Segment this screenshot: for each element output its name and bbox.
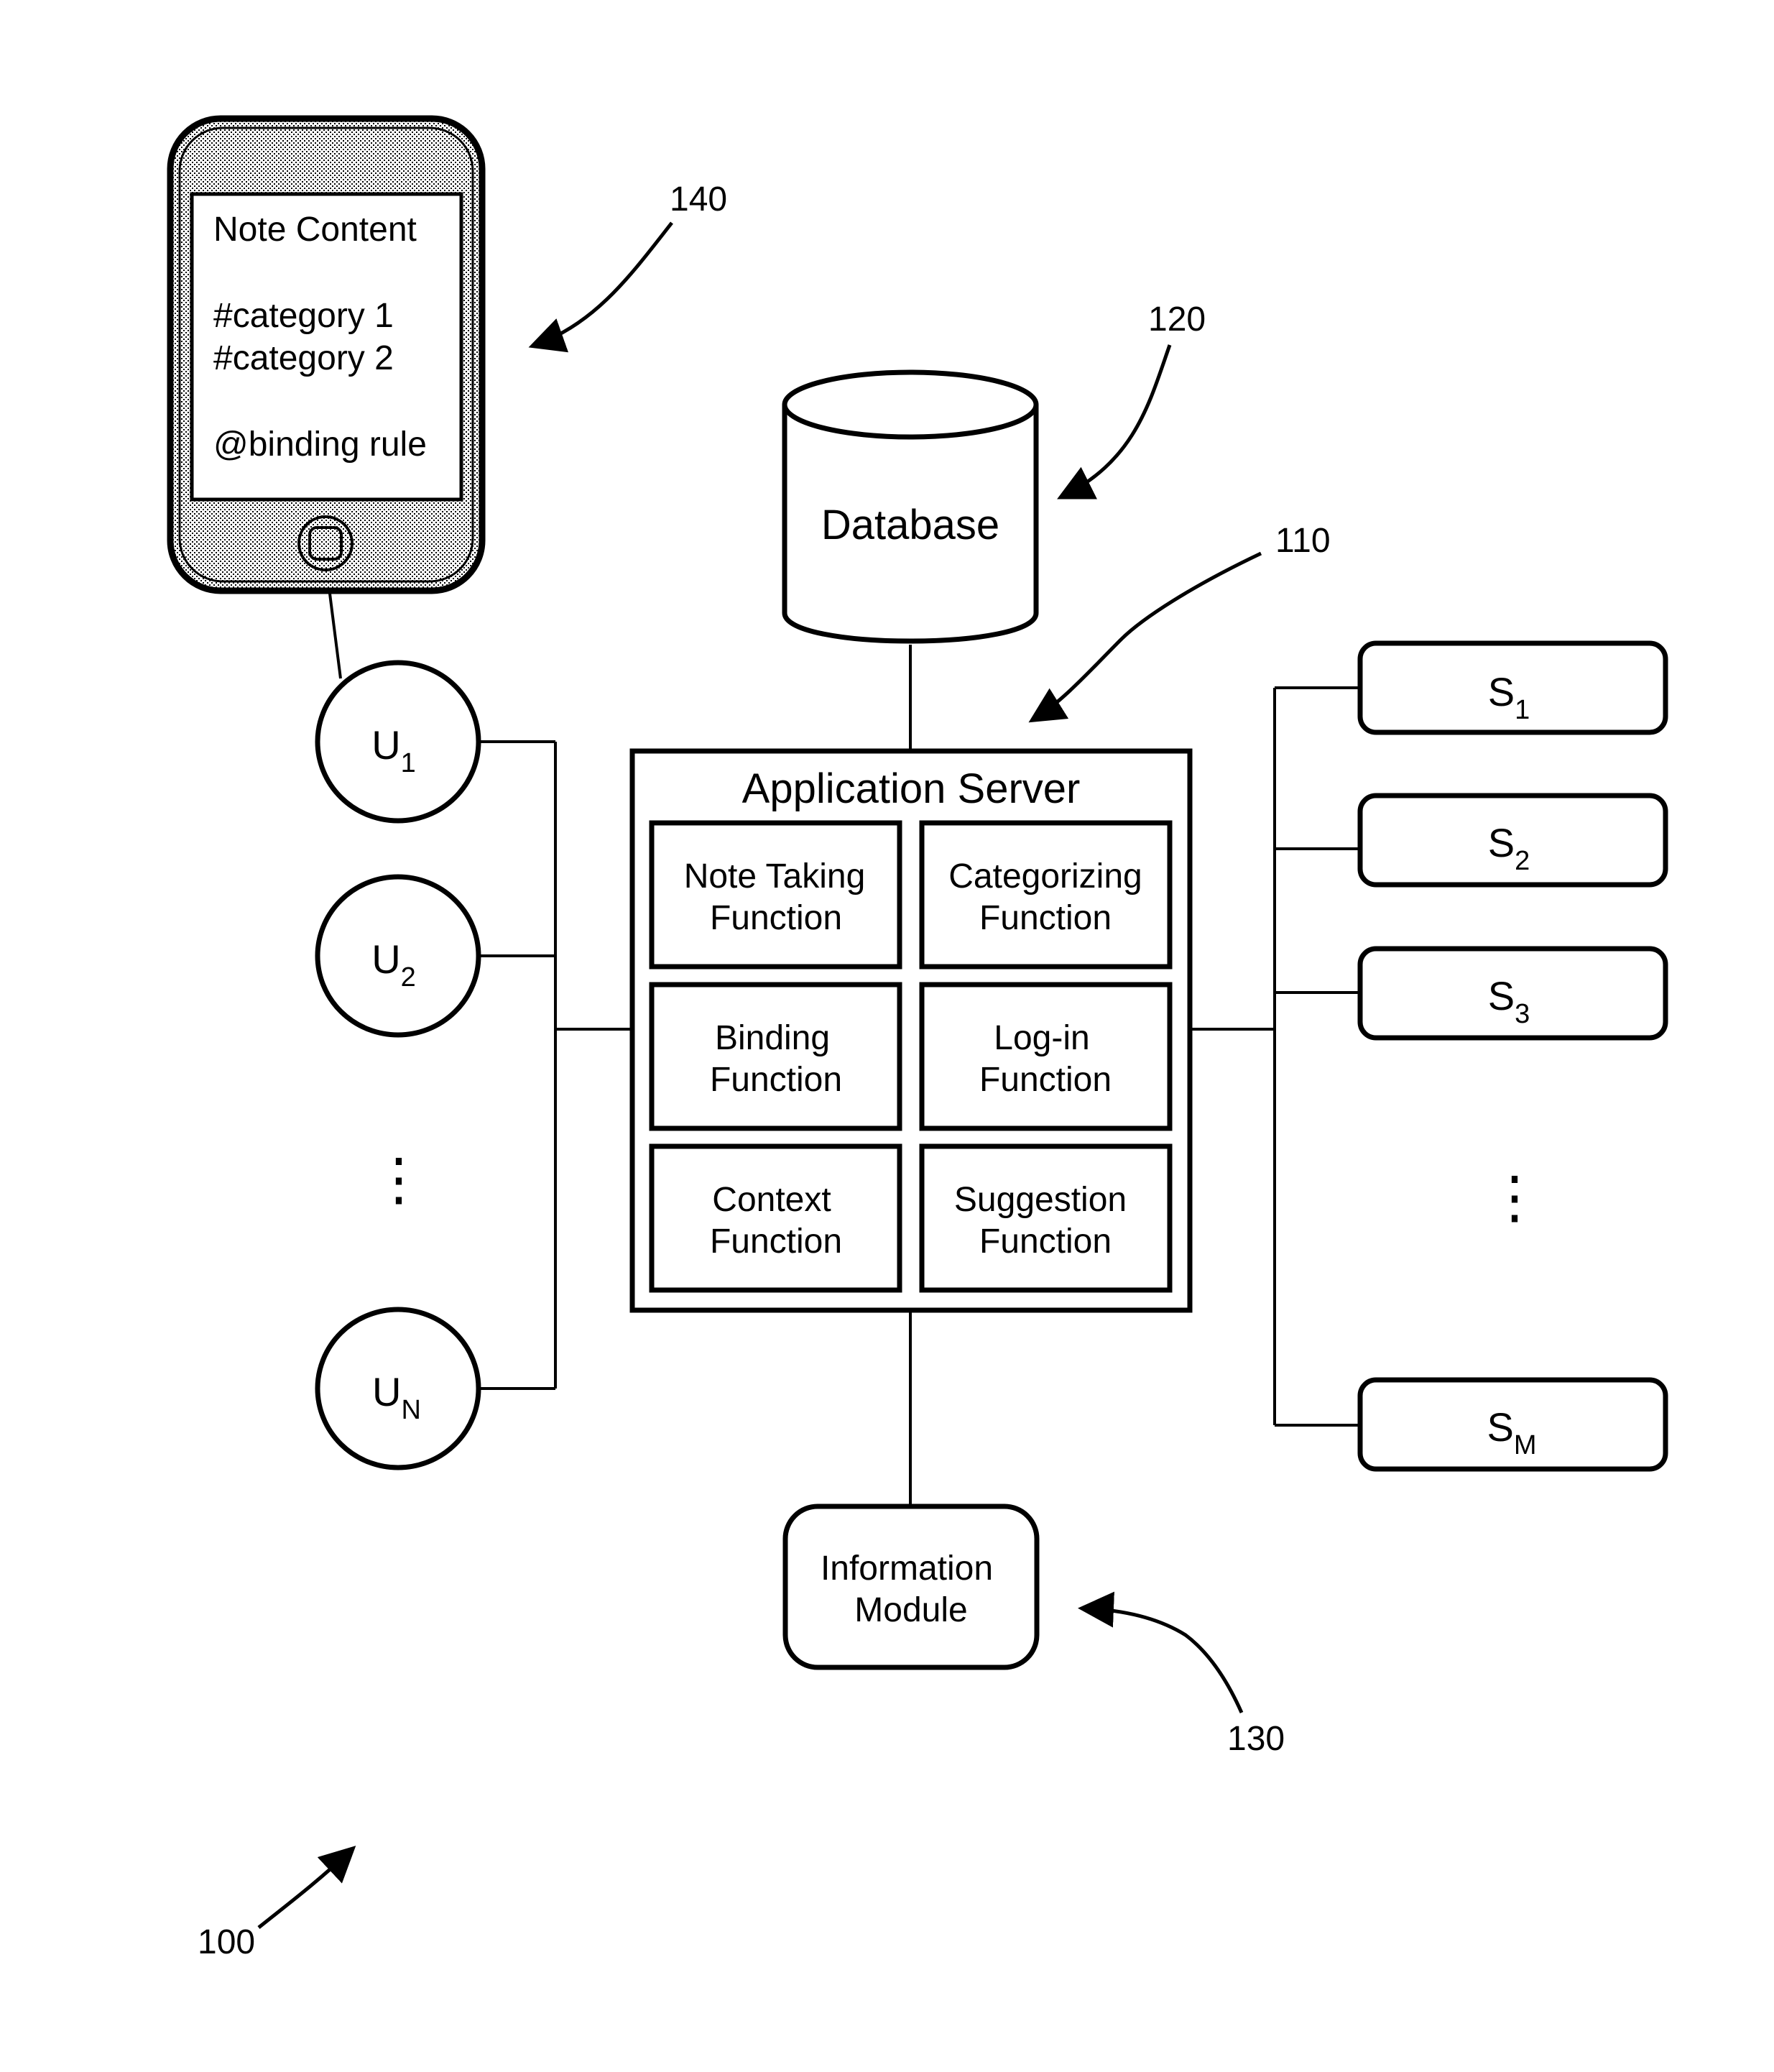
function-label-line1: Context: [712, 1181, 831, 1219]
function-suggestion: Suggestion Function: [919, 1143, 1173, 1293]
mobile-device: Note Content #category 1 #category 2 @bi…: [167, 115, 486, 594]
function-label-line1: Note Taking: [684, 857, 866, 895]
service-node-s3: S3: [1357, 946, 1668, 1041]
service-node-s2: S2: [1357, 793, 1668, 888]
binding-rule-text: @binding rule: [213, 425, 427, 464]
application-server: Application Server Note Taking Function …: [629, 748, 1193, 1313]
function-label-line1: Suggestion: [954, 1181, 1127, 1219]
services-ellipsis: ⋮: [1486, 1165, 1543, 1229]
function-label-line1: Binding: [715, 1019, 830, 1057]
category-1-text: #category 1: [213, 297, 394, 335]
function-label-line2: Function: [710, 1061, 842, 1099]
function-label-line2: Function: [979, 899, 1112, 937]
function-binding: Binding Function: [649, 982, 902, 1131]
database-label: Database: [821, 502, 999, 548]
user-node-un: UN: [315, 1307, 481, 1470]
service-node-s1: S1: [1357, 640, 1668, 735]
users-ellipsis: ⋮: [370, 1147, 428, 1211]
system-diagram: Note Content #category 1 #category 2 @bi…: [167, 115, 1668, 1961]
function-label-line2: Function: [710, 899, 842, 937]
ref-140-arrow: [528, 221, 673, 353]
function-context: Context Function: [649, 1143, 902, 1293]
function-log-in: Log-in Function: [919, 982, 1173, 1131]
service-node-sm: SM: [1357, 1377, 1668, 1472]
ref-130-arrow: [1078, 1591, 1244, 1714]
ref-label-140: 140: [670, 180, 727, 218]
application-server-title: Application Server: [742, 765, 1081, 812]
note-content-text: Note Content: [213, 211, 417, 249]
ref-label-120: 120: [1148, 300, 1206, 339]
ref-110-arrow: [1028, 551, 1262, 723]
ref-label-110: 110: [1275, 522, 1331, 560]
information-module-label-line1: Information: [821, 1550, 993, 1588]
category-2-text: #category 2: [213, 339, 394, 377]
ref-label-100: 100: [198, 1923, 255, 1961]
service-bus: [1190, 686, 1360, 1427]
ref-120-arrow: [1057, 344, 1172, 499]
function-label-line1: Categorizing: [948, 857, 1142, 895]
user-bus: [480, 740, 632, 1390]
database-cylinder: Database: [782, 369, 1039, 644]
function-label-line2: Function: [979, 1061, 1112, 1099]
ref-label-130: 130: [1227, 1720, 1285, 1758]
function-note-taking: Note Taking Function: [649, 820, 902, 970]
function-label-line2: Function: [710, 1223, 842, 1261]
information-module: Information Module: [782, 1504, 1040, 1670]
ref-100-arrow: [257, 1846, 356, 1929]
device-to-u1-connector: [328, 593, 342, 679]
user-node-u1: U1: [315, 660, 481, 824]
function-label-line1: Log-in: [994, 1019, 1089, 1057]
function-label-line2: Function: [979, 1223, 1112, 1261]
database-top: [782, 369, 1039, 440]
user-node-u2: U2: [315, 874, 481, 1038]
function-categorizing: Categorizing Function: [919, 820, 1173, 970]
information-module-label-line2: Module: [854, 1591, 967, 1629]
home-button-square-icon: [308, 526, 343, 561]
